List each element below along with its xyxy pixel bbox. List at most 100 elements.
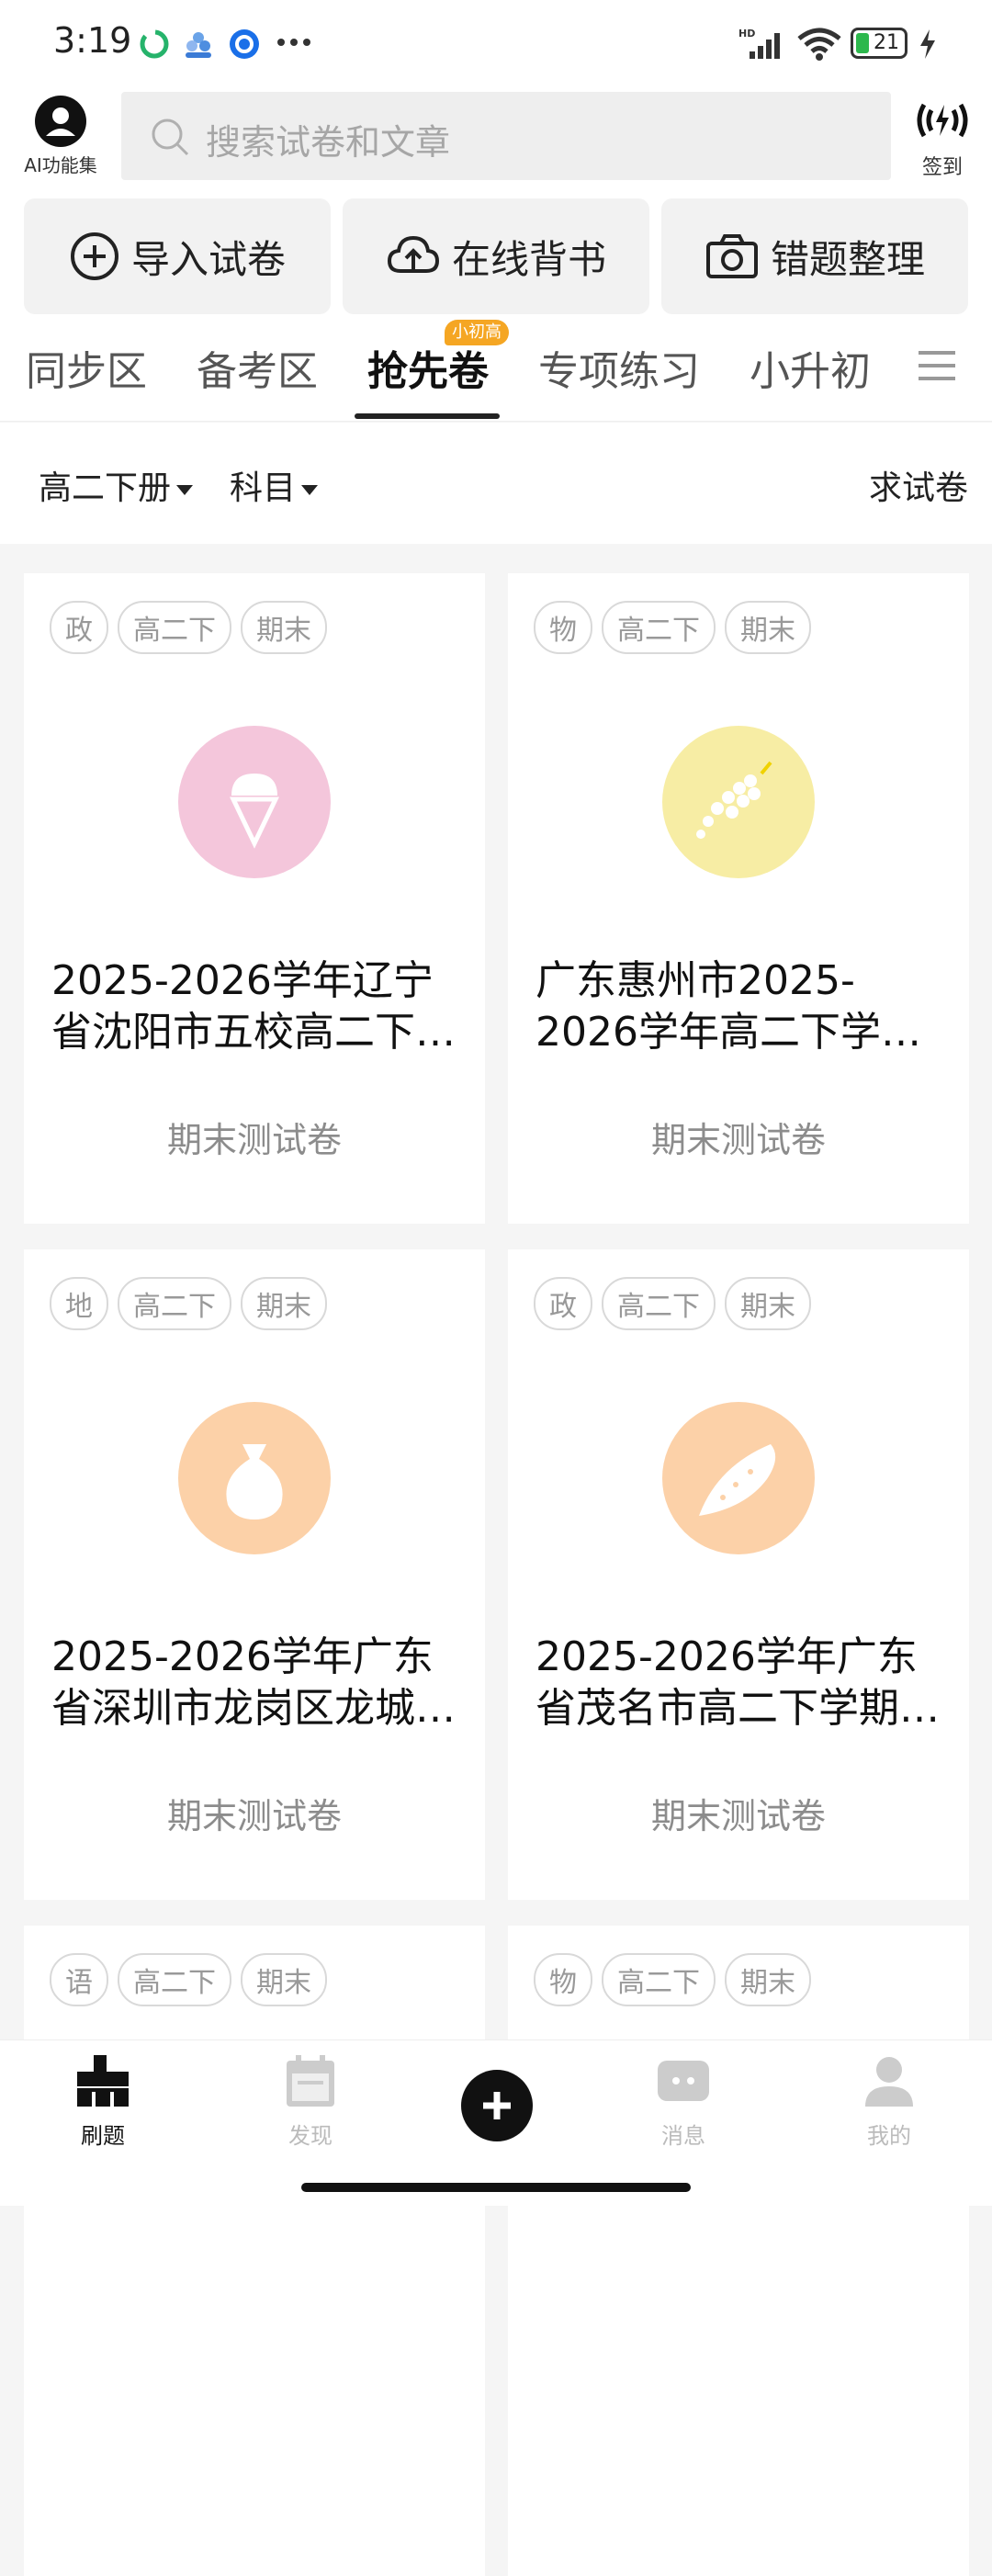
- nav-profile-label: 我的: [867, 2123, 911, 2149]
- tab-early-papers[interactable]: 抢先卷: [367, 338, 489, 397]
- tab-badge: 小初高: [445, 320, 509, 345]
- menu-icon[interactable]: [917, 347, 957, 388]
- charging-icon: [919, 29, 937, 62]
- nav-profile[interactable]: 我的: [825, 2053, 953, 2150]
- paper-card[interactable]: 物 高二下 期末 广东惠州市2025-2026学年高二下学期期末考试 期末测试卷: [508, 573, 969, 1224]
- grade-tag: 高二下: [118, 601, 231, 654]
- subject-filter-label: 科目: [230, 469, 297, 507]
- subject-tag: 政: [534, 1277, 592, 1330]
- tab-primary-to-middle[interactable]: 小升初: [750, 338, 871, 397]
- seeflow-icon: [182, 28, 215, 61]
- online-recite-label: 在线背书: [451, 236, 606, 282]
- grapes-icon: [662, 726, 815, 878]
- status-bar: 3:19 HD 21: [0, 0, 992, 88]
- grade-tag: 高二下: [602, 1277, 716, 1330]
- brush-icon: [77, 2055, 129, 2107]
- user-icon: [865, 2057, 913, 2107]
- svg-text:HD: HD: [738, 28, 755, 40]
- grade-tag: 高二下: [118, 1277, 231, 1330]
- paper-card[interactable]: 政 高二下 期末 2025-2026学年广东省茂名市高二下学期期末考试 期末测试…: [508, 1249, 969, 1900]
- cloud-upload-icon: [387, 235, 439, 273]
- add-button[interactable]: [461, 2070, 533, 2141]
- battery-icon: 21: [851, 28, 907, 59]
- sign-in-button[interactable]: 签到: [906, 99, 979, 180]
- ice-cream-icon: [178, 726, 331, 878]
- plus-icon: [483, 2092, 511, 2119]
- subject-tag: 物: [534, 1953, 592, 2006]
- paper-card[interactable]: 地 高二下 期末 2025-2026学年广东省深圳市龙岗区龙城高级中学高二下学期…: [24, 1249, 485, 1900]
- ai-avatar-icon: [35, 96, 86, 147]
- search-icon: [152, 119, 189, 156]
- bitter-melon-icon: [662, 1402, 815, 1554]
- card-tags: 语 高二下 期末: [50, 1953, 327, 2006]
- status-time: 3:19: [53, 20, 132, 61]
- grade-tag: 高二下: [602, 1953, 716, 2006]
- home-indicator[interactable]: [301, 2183, 691, 2192]
- tab-exam-prep[interactable]: 备考区: [197, 338, 318, 397]
- grade-filter[interactable]: 高二下册: [39, 461, 194, 509]
- money-bag-icon: [178, 1402, 331, 1554]
- nav-messages[interactable]: 消息: [619, 2053, 748, 2150]
- ai-features-button[interactable]: AI功能集: [17, 96, 105, 177]
- top-header: AI功能集 搜索试卷和文章 签到: [0, 88, 992, 189]
- online-recite-button[interactable]: 在线背书: [343, 198, 649, 314]
- chevron-down-icon: [176, 484, 194, 495]
- paper-card[interactable]: 物 高二下 期末: [508, 1926, 969, 2576]
- paper-card[interactable]: 语 高二下 期末: [24, 1926, 485, 2576]
- request-paper-link[interactable]: 求试卷: [869, 461, 968, 509]
- card-tags: 物 高二下 期末: [534, 601, 811, 654]
- card-subtitle: 期末测试卷: [650, 1796, 826, 1836]
- chevron-down-icon: [301, 484, 319, 495]
- nav-discover-label: 发现: [288, 2123, 333, 2149]
- term-tag: 期末: [725, 1953, 811, 2006]
- more-dots-icon: [276, 26, 312, 62]
- blue-circle-icon: [228, 28, 261, 61]
- card-subtitle: 期末测试卷: [650, 1120, 826, 1160]
- sign-in-label: 签到: [921, 156, 963, 179]
- sign-in-icon: [917, 103, 968, 138]
- grade-filter-label: 高二下册: [39, 469, 172, 507]
- card-title: 2025-2026学年辽宁省沈阳市五校高二下学期期末考试: [51, 957, 456, 1056]
- nav-practice[interactable]: 刷题: [39, 2053, 167, 2150]
- card-tags: 政 高二下 期末: [50, 601, 327, 654]
- card-tags: 物 高二下 期末: [534, 1953, 811, 2006]
- card-title: 2025-2026学年广东省深圳市龙岗区龙城高级中学高二下学期期末: [51, 1633, 456, 1732]
- battery-level: 21: [874, 31, 899, 54]
- term-tag: 期末: [725, 1277, 811, 1330]
- tab-special-practice[interactable]: 专项练习: [538, 338, 700, 397]
- import-paper-button[interactable]: 导入试卷: [24, 198, 331, 314]
- message-icon: [658, 2061, 709, 2101]
- wrong-questions-label: 错题整理: [770, 236, 925, 282]
- import-paper-label: 导入试卷: [130, 236, 286, 282]
- grade-tag: 高二下: [602, 601, 716, 654]
- paper-card[interactable]: 政 高二下 期末 2025-2026学年辽宁省沈阳市五校高二下学期期末考试 期末…: [24, 573, 485, 1224]
- active-tab-indicator: [355, 413, 500, 419]
- card-title: 广东惠州市2025-2026学年高二下学期期末考试: [535, 957, 921, 1056]
- search-placeholder: 搜索试卷和文章: [206, 122, 451, 163]
- term-tag: 期末: [241, 1953, 327, 2006]
- nav-messages-label: 消息: [661, 2123, 705, 2149]
- term-tag: 期末: [241, 601, 327, 654]
- nav-practice-label: 刷题: [81, 2123, 125, 2149]
- subject-tag: 语: [50, 1953, 108, 2006]
- subject-tag: 政: [50, 601, 108, 654]
- ai-features-label: AI功能集: [24, 154, 97, 176]
- card-tags: 政 高二下 期末: [534, 1277, 811, 1330]
- card-tags: 地 高二下 期末: [50, 1277, 327, 1330]
- subject-filter[interactable]: 科目: [230, 461, 319, 509]
- grade-tag: 高二下: [118, 1953, 231, 2006]
- quick-actions: 导入试卷 在线背书 错题整理: [0, 189, 992, 318]
- nav-discover[interactable]: 发现: [246, 2053, 375, 2150]
- search-input[interactable]: 搜索试卷和文章: [121, 92, 891, 180]
- camera-icon: [705, 234, 758, 278]
- term-tag: 期末: [241, 1277, 327, 1330]
- subject-tag: 物: [534, 601, 592, 654]
- signal-icon: HD: [738, 28, 786, 64]
- card-subtitle: 期末测试卷: [166, 1796, 342, 1836]
- bottom-nav: 刷题 发现 消息 我的: [0, 2039, 992, 2206]
- card-title: 2025-2026学年广东省茂名市高二下学期期末考试: [535, 1633, 940, 1732]
- tab-sync[interactable]: 同步区: [26, 338, 147, 397]
- term-tag: 期末: [725, 601, 811, 654]
- calendar-icon: [287, 2055, 334, 2107]
- wrong-questions-button[interactable]: 错题整理: [661, 198, 968, 314]
